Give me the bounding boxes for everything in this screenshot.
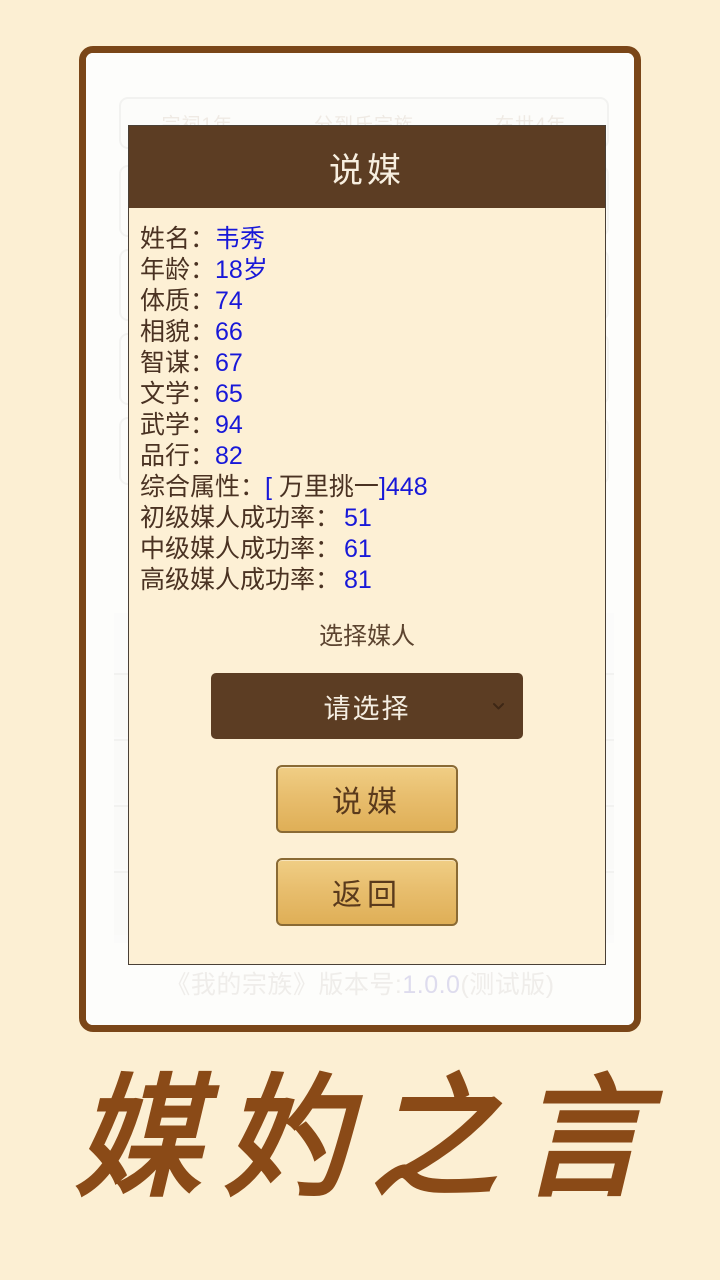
matchmaking-dialog: 说媒 姓名：韦秀 年龄：18岁 体质：74 相貌：66 智谋：67 文学：65 … (128, 125, 606, 965)
propose-match-button[interactable]: 说媒 (276, 765, 458, 833)
attribute-row-martial: 武学：94 (140, 410, 605, 441)
device-frame: 宗祠1年 分到氏宗族 在世4年 《我的宗族》版本号:1.0.0(测试版) 说媒 (79, 46, 641, 1032)
attribute-value: 韦秀 (215, 225, 266, 253)
rate-value: 81 (344, 566, 372, 594)
version-number: 1.0.0 (402, 971, 461, 999)
page-title: 媒妁之言 (75, 1067, 667, 1214)
composite-open-bracket: [ (265, 473, 279, 501)
attribute-value: 94 (215, 411, 243, 439)
attribute-label: 文学： (140, 380, 216, 408)
attribute-row-literature: 文学：65 (140, 379, 605, 410)
attribute-value: 82 (215, 442, 243, 470)
attribute-value: 67 (215, 349, 243, 377)
composite-total: 448 (385, 473, 428, 501)
rate-label: 初级媒人成功率： (140, 504, 341, 532)
attribute-label: 年龄： (140, 256, 216, 284)
attribute-value: 74 (215, 287, 243, 315)
matchmaker-dropdown[interactable]: 请选择 (211, 673, 523, 739)
composite-close-bracket: ] (378, 473, 386, 501)
rate-value: 61 (344, 535, 372, 563)
attribute-label: 品行： (140, 442, 216, 470)
chevron-down-icon (492, 700, 505, 713)
attribute-value: 18岁 (215, 256, 268, 284)
matchmaker-dropdown-value: 请选择 (323, 693, 411, 724)
attribute-value: 66 (215, 318, 243, 346)
rate-row-basic: 初级媒人成功率： 51 (140, 503, 605, 534)
screen: 宗祠1年 分到氏宗族 在世4年 《我的宗族》版本号:1.0.0(测试版) 说媒 (0, 0, 720, 1280)
version-footer-suffix: (测试版) (460, 971, 555, 999)
dialog-title: 说媒 (329, 152, 405, 190)
attribute-row-appearance: 相貌：66 (140, 317, 605, 348)
attribute-row-composite: 综合属性：[ 万里挑一]448 (140, 472, 605, 503)
dialog-body: 姓名：韦秀 年龄：18岁 体质：74 相貌：66 智谋：67 文学：65 武学：… (129, 208, 605, 964)
attribute-value: 65 (215, 380, 243, 408)
version-footer-prefix: 《我的宗族》版本号: (165, 971, 403, 999)
attribute-label: 体质： (140, 287, 216, 315)
rate-row-advanced: 高级媒人成功率： 81 (140, 565, 605, 596)
attribute-row-morality: 品行：82 (140, 441, 605, 472)
dialog-header: 说媒 (129, 126, 605, 208)
attribute-label: 智谋： (140, 349, 216, 377)
attribute-label: 姓名： (140, 225, 216, 253)
rate-label: 中级媒人成功率： (140, 535, 341, 563)
attribute-label: 武学： (140, 411, 216, 439)
rate-label: 高级媒人成功率： (140, 566, 341, 594)
rate-value: 51 (344, 504, 372, 532)
attribute-row-age: 年龄：18岁 (140, 255, 605, 286)
attribute-row-strategy: 智谋：67 (140, 348, 605, 379)
select-matchmaker-label: 选择媒人 (319, 623, 415, 650)
attribute-list: 姓名：韦秀 年龄：18岁 体质：74 相貌：66 智谋：67 文学：65 武学：… (129, 224, 605, 596)
rate-row-intermediate: 中级媒人成功率： 61 (140, 534, 605, 565)
back-button[interactable]: 返回 (276, 858, 458, 926)
attribute-label: 相貌： (140, 318, 216, 346)
attribute-row-name: 姓名：韦秀 (140, 224, 605, 255)
version-footer: 《我的宗族》版本号:1.0.0(测试版) (86, 965, 634, 1001)
attribute-row-constitution: 体质：74 (140, 286, 605, 317)
composite-label: 综合属性： (140, 473, 266, 501)
composite-grade: 万里挑一 (278, 473, 379, 501)
